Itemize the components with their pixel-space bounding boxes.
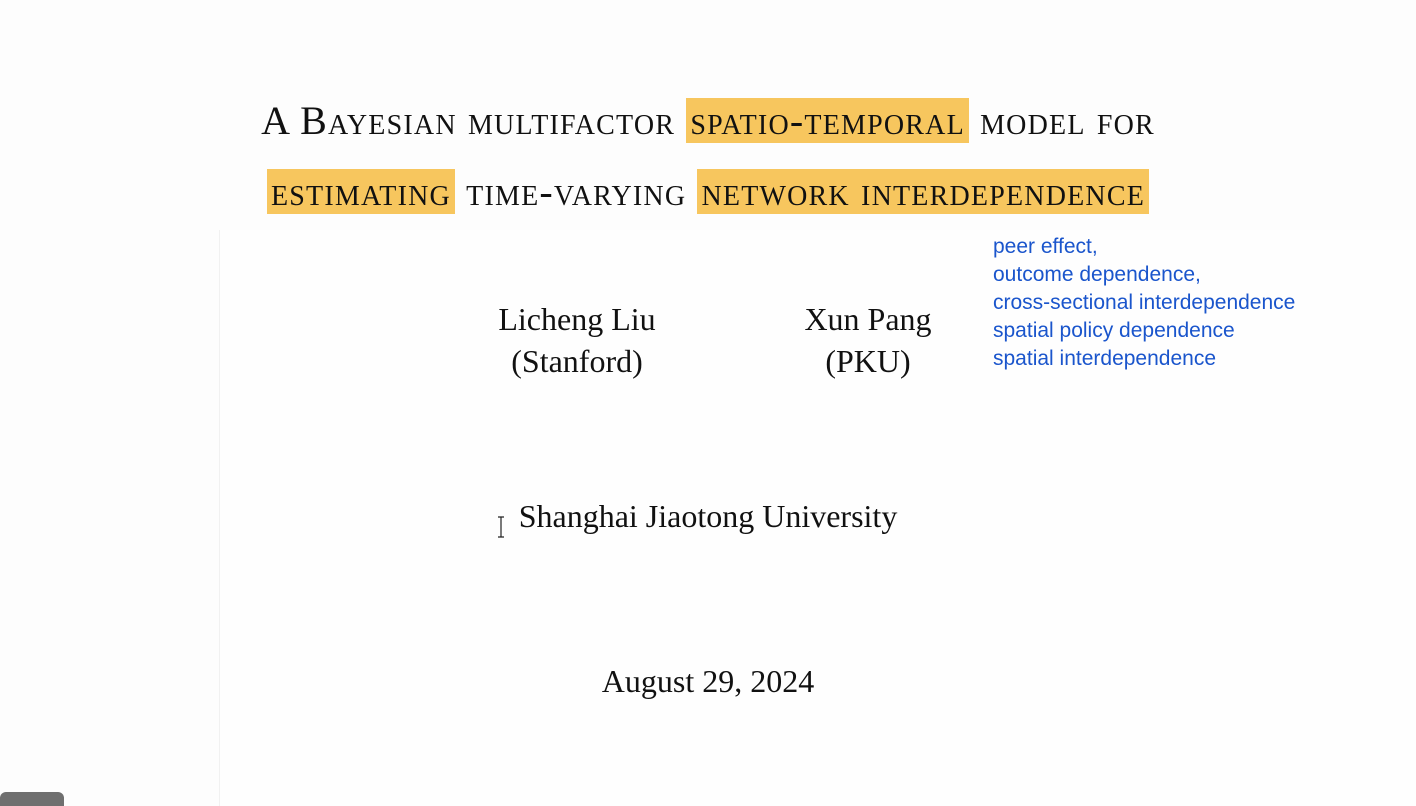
- toolbar-tab[interactable]: [0, 792, 64, 806]
- author-affiliation: (Stanford): [511, 343, 643, 379]
- annotation-list: peer effect, outcome dependence, cross-s…: [993, 233, 1295, 373]
- title-highlight: spatio-temporal: [686, 98, 969, 143]
- author-affiliation: (PKU): [825, 343, 911, 379]
- title-segment: time-varying: [454, 169, 698, 214]
- annotation-item: outcome dependence,: [993, 263, 1201, 286]
- title-highlight: network interdependence: [697, 169, 1150, 214]
- author-name: Xun Pang: [804, 301, 932, 337]
- title-segment: A Bayesian multifactor: [261, 98, 687, 143]
- venue: Shanghai Jiaotong University: [518, 498, 898, 534]
- author-2: Xun Pang (PKU): [768, 298, 968, 382]
- author-1: Licheng Liu (Stanford): [470, 298, 684, 382]
- text-cursor-icon: [498, 516, 504, 538]
- title-line-2: estimating time-varying network interdep…: [0, 167, 1416, 217]
- author-name: Licheng Liu: [498, 301, 656, 337]
- annotation-item: spatial interdependence: [993, 347, 1217, 370]
- presentation-slide: A Bayesian multifactor spatio-temporal m…: [0, 0, 1416, 806]
- annotation-item: peer effect,: [993, 235, 1098, 258]
- annotation-item: spatial policy dependence: [993, 319, 1235, 342]
- title-segment: model for: [968, 98, 1155, 143]
- annotation-item: cross-sectional interdependence: [993, 291, 1296, 314]
- presentation-date: August 29, 2024: [601, 663, 815, 699]
- title-highlight: estimating: [266, 169, 455, 214]
- title-line-1: A Bayesian multifactor spatio-temporal m…: [0, 96, 1416, 146]
